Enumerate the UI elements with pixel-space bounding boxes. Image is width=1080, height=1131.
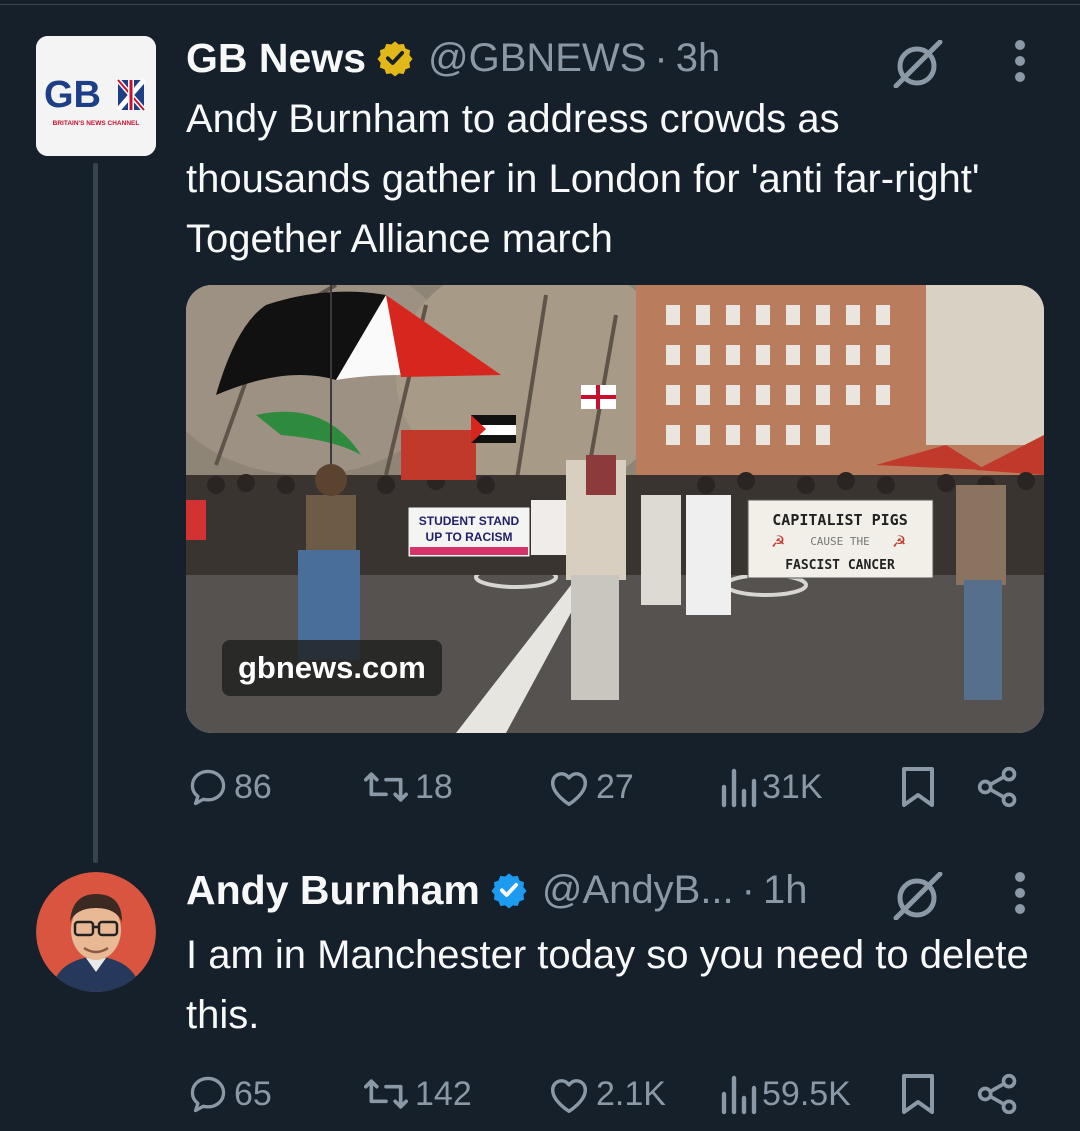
reply-icon [190, 1076, 226, 1113]
author-name[interactable]: GB News [186, 35, 366, 82]
repost-icon [364, 1079, 408, 1109]
separator-dot: · [741, 867, 755, 912]
grok-icon[interactable] [890, 872, 944, 920]
views-button[interactable]: 31K [718, 765, 823, 809]
views-count: 59.5K [762, 1074, 851, 1113]
banner-stand-up-to-racism: STUDENT STAND UP TO RACISM [407, 506, 531, 558]
share-icon [977, 766, 1017, 808]
tweet-time[interactable]: 3h [676, 36, 721, 81]
tweet-header: Andy Burnham @AndyB... · 1h [186, 862, 807, 918]
svg-text:CAPITALIST PIGS: CAPITALIST PIGS [772, 511, 907, 529]
verified-gold-icon [377, 41, 413, 77]
banner-capitalist-pigs: CAPITALIST PIGS CAUSE THE FASCIST CANCER… [747, 499, 934, 579]
media-source-badge: gbnews.com [222, 640, 442, 696]
reply-button[interactable]: 86 [186, 765, 272, 809]
bookmark-button[interactable] [899, 1072, 937, 1116]
tweet-text: Andy Burnham to address crowds as thousa… [186, 97, 980, 261]
tweet-actions: 86 18 27 31K [186, 765, 1046, 815]
separator-dot: · [654, 35, 668, 80]
views-count: 31K [762, 767, 823, 806]
top-divider [0, 4, 1080, 5]
thread-line [93, 163, 98, 863]
like-button[interactable]: 27 [546, 765, 634, 809]
verified-blue-icon [491, 873, 527, 909]
grok-icon[interactable] [890, 40, 944, 88]
author-handle[interactable]: @AndyB... [542, 868, 734, 913]
views-icon [721, 1075, 757, 1115]
avatar-andy-burnham[interactable] [36, 872, 156, 992]
svg-text:CAUSE THE: CAUSE THE [810, 535, 870, 548]
views-button[interactable]: 59.5K [718, 1072, 851, 1116]
tweet-header: GB News @GBNEWS · 3h [186, 30, 720, 86]
svg-text:☭: ☭ [771, 532, 785, 551]
tweet-text: I am in Manchester today so you need to … [186, 933, 1029, 1037]
share-icon [977, 1073, 1017, 1115]
like-button[interactable]: 2.1K [546, 1072, 666, 1116]
repost-button[interactable]: 142 [361, 1072, 472, 1116]
avatar-gbnews[interactable]: GB BRITAIN'S NEWS CHANNEL [36, 36, 156, 156]
reply-count: 86 [234, 767, 272, 806]
like-count: 2.1K [596, 1074, 666, 1113]
more-icon[interactable] [1013, 38, 1027, 84]
repost-count: 142 [415, 1074, 472, 1113]
author-name[interactable]: Andy Burnham [186, 867, 480, 914]
gbn-logo: GB [44, 74, 101, 116]
more-icon[interactable] [1013, 870, 1027, 916]
share-button[interactable] [976, 765, 1020, 809]
bookmark-button[interactable] [899, 765, 937, 809]
svg-text:☭: ☭ [892, 532, 906, 551]
share-button[interactable] [976, 1072, 1020, 1116]
tweet-actions: 65 142 2.1K 59.5K [186, 1072, 1046, 1122]
repost-icon [364, 772, 408, 802]
reply-icon [190, 769, 226, 806]
svg-text:STUDENT STAND: STUDENT STAND [419, 514, 520, 528]
like-count: 27 [596, 767, 634, 806]
author-handle[interactable]: @GBNEWS [428, 36, 646, 81]
bookmark-icon [902, 1074, 934, 1114]
repost-button[interactable]: 18 [361, 765, 453, 809]
views-icon [721, 768, 757, 808]
bookmark-icon [902, 767, 934, 807]
svg-text:UP TO RACISM: UP TO RACISM [426, 530, 513, 544]
like-icon [550, 1079, 588, 1113]
reply-button[interactable]: 65 [186, 1072, 272, 1116]
gbn-tagline: BRITAIN'S NEWS CHANNEL [53, 120, 140, 127]
tweet-media-photo[interactable]: STUDENT STAND UP TO RACISM CAPITALIST PI… [186, 285, 1044, 733]
like-icon [550, 772, 588, 806]
svg-text:FASCIST CANCER: FASCIST CANCER [785, 558, 895, 573]
repost-count: 18 [415, 767, 453, 806]
tweet-time[interactable]: 1h [763, 868, 808, 913]
reply-count: 65 [234, 1074, 272, 1113]
